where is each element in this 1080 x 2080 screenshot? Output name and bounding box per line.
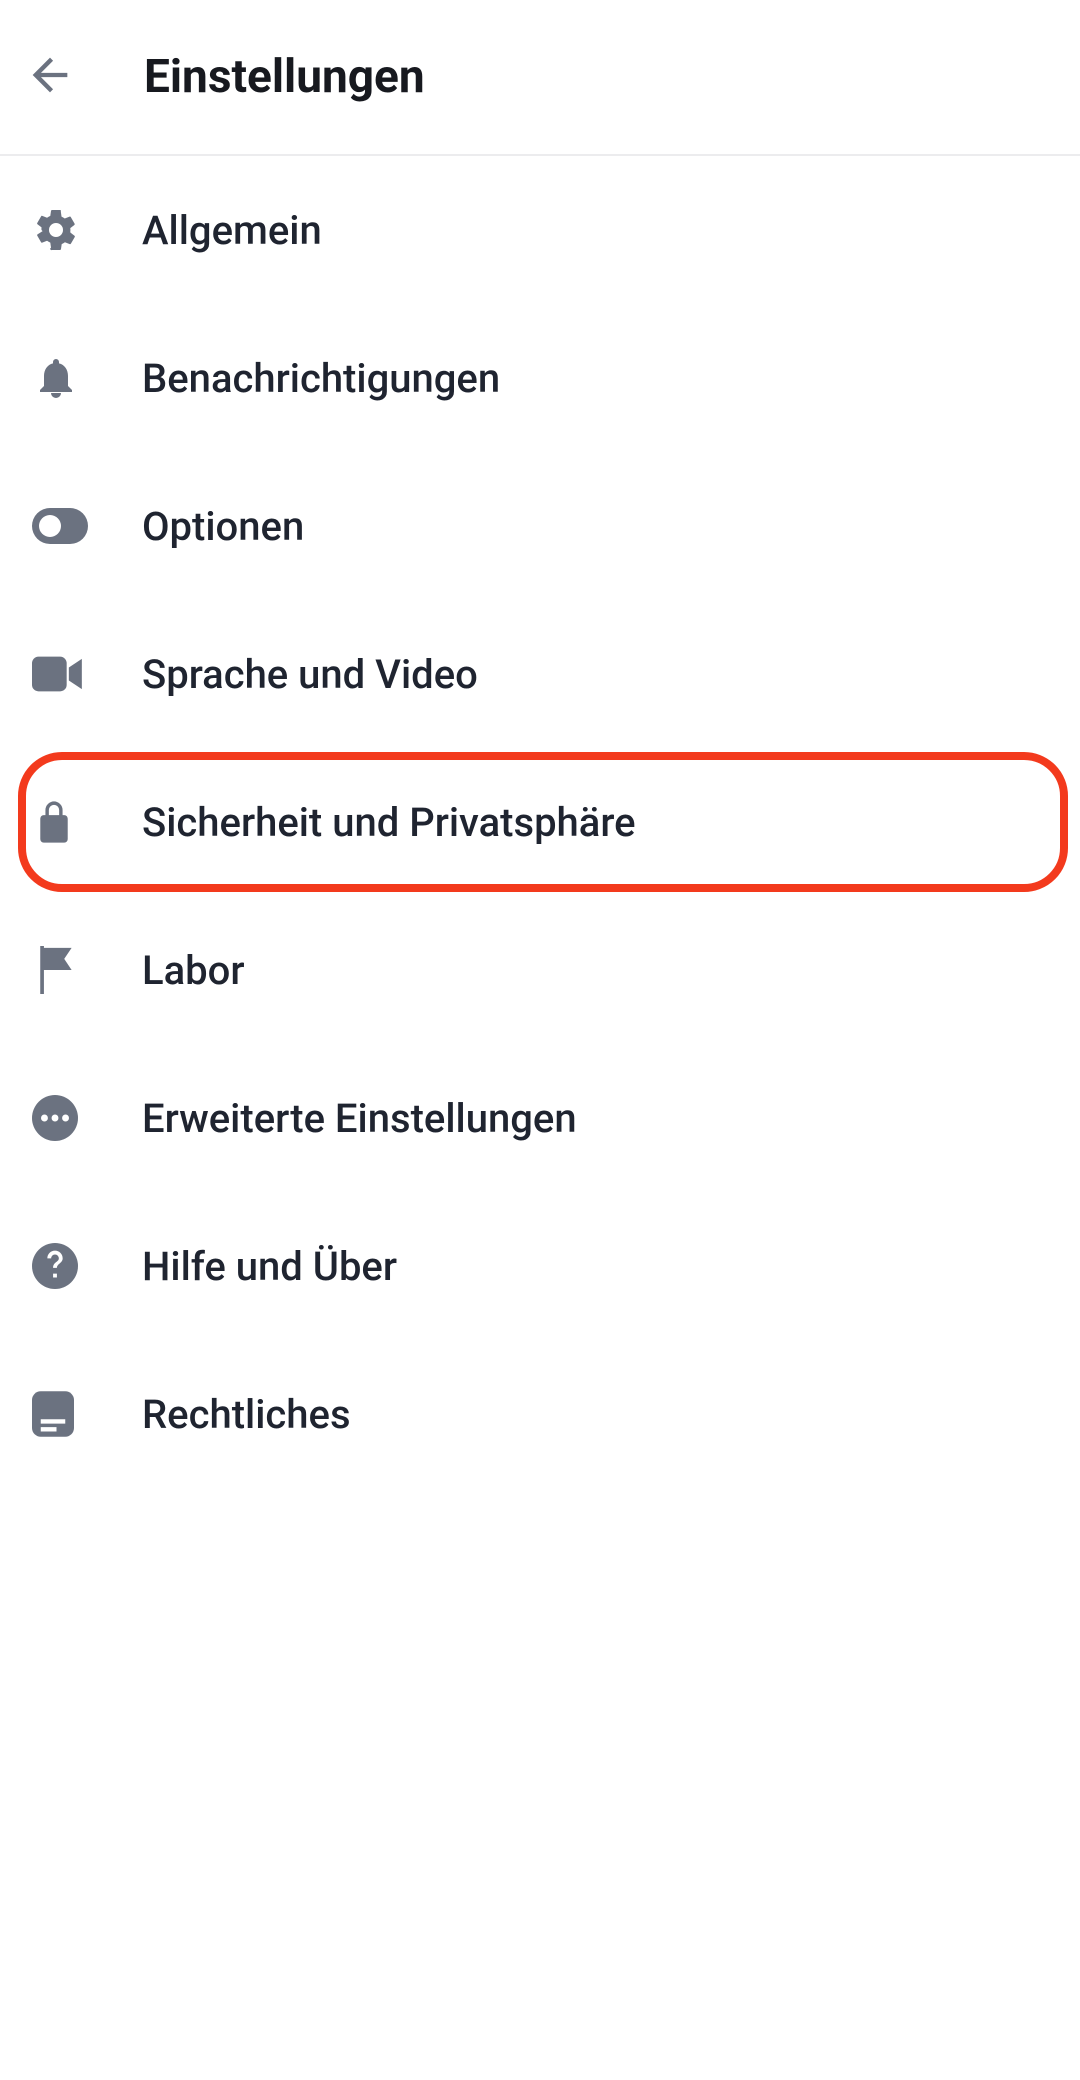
page-title: Einstellungen	[144, 50, 425, 104]
more-icon	[32, 1095, 142, 1141]
settings-list: Allgemein Benachrichtigungen Optionen Sp…	[0, 156, 1080, 1488]
flag-icon	[32, 946, 142, 994]
settings-item-security-privacy[interactable]: Sicherheit und Privatsphäre	[0, 748, 1080, 896]
settings-item-options[interactable]: Optionen	[0, 452, 1080, 600]
toggle-icon	[32, 508, 142, 544]
lock-icon	[32, 798, 142, 846]
arrow-left-icon	[24, 49, 76, 105]
settings-item-notifications[interactable]: Benachrichtigungen	[0, 304, 1080, 452]
settings-item-label: Rechtliches	[142, 1391, 351, 1438]
settings-item-label: Allgemein	[142, 207, 322, 254]
settings-item-label: Optionen	[142, 503, 304, 550]
settings-item-general[interactable]: Allgemein	[0, 156, 1080, 304]
document-icon	[32, 1391, 142, 1437]
highlighted-row: Sicherheit und Privatsphäre	[0, 748, 1080, 896]
settings-item-label: Hilfe und Über	[142, 1243, 397, 1290]
settings-item-advanced[interactable]: Erweiterte Einstellungen	[0, 1044, 1080, 1192]
settings-item-label: Sprache und Video	[142, 651, 478, 698]
header: Einstellungen	[0, 0, 1080, 156]
settings-item-label: Sicherheit und Privatsphäre	[142, 799, 636, 846]
help-icon	[32, 1243, 142, 1289]
back-button[interactable]	[24, 49, 120, 105]
settings-item-help-about[interactable]: Hilfe und Über	[0, 1192, 1080, 1340]
bell-icon	[32, 354, 142, 402]
settings-item-legal[interactable]: Rechtliches	[0, 1340, 1080, 1488]
settings-item-voice-video[interactable]: Sprache und Video	[0, 600, 1080, 748]
settings-item-label: Labor	[142, 947, 244, 994]
video-icon	[32, 654, 142, 694]
gear-icon	[32, 206, 142, 254]
settings-item-labs[interactable]: Labor	[0, 896, 1080, 1044]
settings-item-label: Benachrichtigungen	[142, 355, 500, 402]
settings-item-label: Erweiterte Einstellungen	[142, 1095, 577, 1142]
